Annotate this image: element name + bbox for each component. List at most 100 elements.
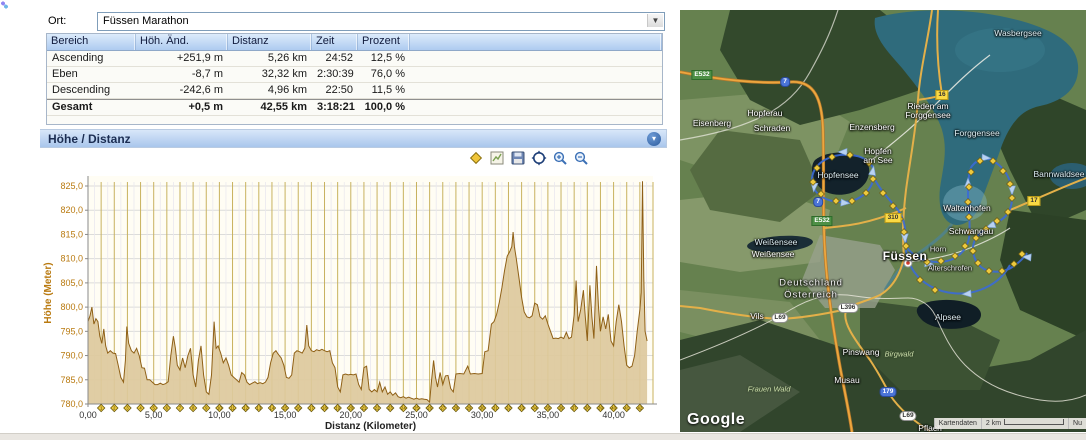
table-cell: 12,5 % (358, 51, 410, 66)
column-header[interactable]: Höh. Änd. (136, 34, 228, 50)
svg-text:795,0: 795,0 (60, 326, 83, 336)
table-cell: 2:30:39 (312, 67, 358, 82)
chart-settings-icon[interactable] (489, 150, 505, 166)
map-canvas (680, 10, 1086, 432)
table-cell: Gesamt (47, 100, 136, 115)
x-axis-label: Distanz (Kilometer) (325, 421, 416, 432)
table-cell: 5,26 km (228, 51, 312, 66)
km-marker[interactable]: 36 (557, 404, 564, 411)
application-window: Ort: Füssen Marathon ▼ BereichHöh. Änd.D… (0, 0, 1086, 440)
km-marker[interactable]: 8 (189, 404, 196, 411)
zoom-in-icon[interactable] (552, 150, 568, 166)
column-header[interactable]: Bereich (47, 34, 136, 50)
svg-text:11: 11 (230, 406, 235, 411)
km-marker[interactable]: 27 (439, 404, 446, 411)
attribution-terms[interactable]: Nu (1068, 418, 1086, 429)
svg-text:38: 38 (585, 406, 590, 411)
table-row[interactable]: Gesamt+0,5 m42,55 km3:18:21100,0 % (47, 99, 662, 116)
km-marker[interactable]: 38 (584, 404, 591, 411)
km-marker[interactable]: 4 (137, 404, 144, 411)
table-row[interactable]: Descending-242,6 m4,96 km22:5011,5 % (47, 83, 662, 99)
panel-title: Höhe / Distanz (48, 132, 131, 146)
column-header[interactable]: Zeit (312, 34, 358, 50)
km-marker[interactable]: 33 (518, 404, 525, 411)
svg-text:23: 23 (388, 406, 393, 411)
table-row[interactable]: Eben-8,7 m32,32 km2:30:3976,0 % (47, 67, 662, 83)
svg-text:24: 24 (401, 406, 406, 411)
svg-text:810,0: 810,0 (60, 254, 83, 264)
svg-text:21: 21 (362, 406, 367, 411)
km-marker[interactable]: 23 (387, 404, 394, 411)
elevation-chart: 780,0785,0790,0795,0800,0805,0810,0815,0… (40, 168, 667, 434)
fuessen-marker[interactable] (904, 259, 912, 267)
km-marker[interactable]: 32 (505, 404, 512, 411)
chart-toolbar (468, 150, 589, 166)
km-marker[interactable]: 41 (623, 404, 630, 411)
svg-text:42: 42 (638, 406, 643, 411)
km-marker[interactable]: 2 (111, 404, 118, 411)
km-marker[interactable]: 7 (176, 404, 183, 411)
svg-text:18: 18 (322, 406, 327, 411)
attribution-kartendaten[interactable]: Kartendaten (934, 418, 981, 429)
column-header[interactable]: Prozent (358, 34, 410, 50)
km-marker[interactable]: 17 (308, 404, 315, 411)
km-marker[interactable]: 11 (229, 404, 236, 411)
svg-text:31: 31 (493, 406, 498, 411)
km-marker[interactable]: 26 (426, 404, 433, 411)
table-cell: -8,7 m (136, 67, 228, 82)
table-cell: 76,0 % (358, 67, 410, 82)
table-cell: +0,5 m (136, 100, 228, 115)
km-marker[interactable]: 16 (295, 404, 302, 411)
svg-text:36: 36 (559, 406, 564, 411)
svg-text:40: 40 (611, 406, 616, 411)
table-cell: Ascending (47, 51, 136, 66)
svg-text:780,0: 780,0 (60, 399, 83, 409)
svg-text:41: 41 (624, 406, 629, 411)
table-cell: 22:50 (312, 83, 358, 98)
km-marker[interactable]: 42 (636, 404, 643, 411)
pan-icon[interactable] (531, 150, 547, 166)
km-marker-toggle-icon[interactable] (468, 150, 484, 166)
chart-panel-header: Höhe / Distanz ▾ (40, 129, 667, 148)
km-marker[interactable]: 3 (124, 404, 131, 411)
svg-text:25: 25 (414, 406, 419, 411)
km-marker[interactable]: 21 (360, 404, 367, 411)
svg-text:35: 35 (546, 406, 551, 411)
ort-select[interactable]: Füssen Marathon ▼ (97, 12, 665, 31)
dropdown-arrow-icon[interactable]: ▼ (647, 14, 663, 27)
y-axis-label: Höhe (Meter) (43, 262, 54, 323)
svg-text:13: 13 (256, 406, 261, 411)
km-marker[interactable]: 31 (492, 404, 499, 411)
svg-text:800,0: 800,0 (60, 302, 83, 312)
km-marker[interactable]: 12 (242, 404, 249, 411)
km-marker[interactable]: 6 (163, 404, 170, 411)
svg-text:10: 10 (217, 406, 222, 411)
svg-text:27: 27 (440, 406, 445, 411)
svg-text:790,0: 790,0 (60, 351, 83, 361)
km-marker[interactable]: 37 (570, 404, 577, 411)
table-cell: 100,0 % (358, 100, 410, 115)
map-scale: 2 km (981, 418, 1068, 429)
km-marker[interactable]: 22 (373, 404, 380, 411)
zoom-out-icon[interactable] (573, 150, 589, 166)
column-header[interactable]: Distanz (228, 34, 312, 50)
map-view[interactable]: WasbergseeRieden amForggenseeHopferauEis… (680, 10, 1086, 432)
svg-text:820,0: 820,0 (60, 205, 83, 215)
panel-collapse-button[interactable]: ▾ (647, 132, 661, 146)
status-strip (0, 433, 1086, 440)
km-marker[interactable]: 18 (321, 404, 328, 411)
table-cell: 42,55 km (228, 100, 312, 115)
save-icon[interactable] (510, 150, 526, 166)
table-cell: 32,32 km (228, 67, 312, 82)
km-marker[interactable]: 28 (452, 404, 459, 411)
table-cell: -242,6 m (136, 83, 228, 98)
ort-select-value: Füssen Marathon (103, 15, 189, 27)
km-marker[interactable]: 13 (255, 404, 262, 411)
svg-text:785,0: 785,0 (60, 375, 83, 385)
svg-text:26: 26 (427, 406, 432, 411)
svg-text:32: 32 (506, 406, 511, 411)
km-marker[interactable]: 1 (97, 404, 104, 411)
table-row[interactable]: Ascending+251,9 m5,26 km24:5212,5 % (47, 51, 662, 67)
table-cell: 4,96 km (228, 83, 312, 98)
svg-text:37: 37 (572, 406, 577, 411)
